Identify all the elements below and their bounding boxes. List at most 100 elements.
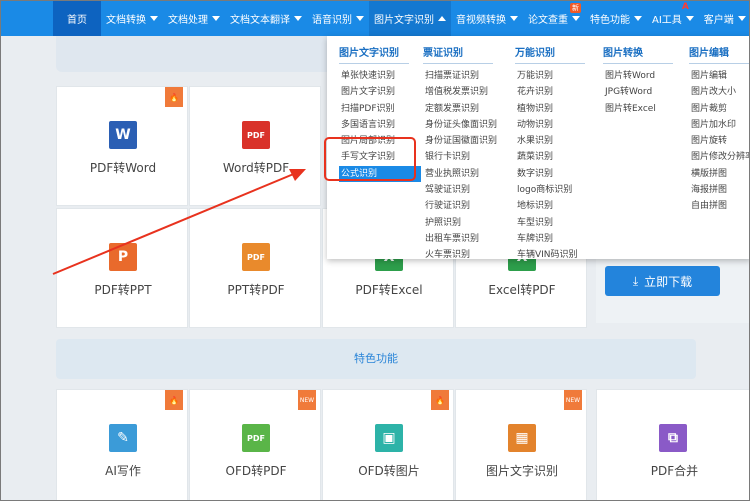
- dropdown-item[interactable]: 动物识别: [515, 117, 585, 133]
- tool-icon: PDF: [242, 121, 270, 149]
- dropdown-item[interactable]: 图片加水印: [689, 117, 749, 133]
- dropdown-item[interactable]: 车辆VIN码识别: [515, 247, 585, 263]
- nav-item-9[interactable]: AI工具 A: [647, 1, 699, 36]
- hot-corner-icon: 🔥: [431, 390, 449, 410]
- hot-corner-icon: 🔥: [165, 87, 183, 107]
- tool-icon: ▣: [375, 424, 403, 452]
- dropdown-item[interactable]: 车牌识别: [515, 231, 585, 247]
- dropdown-item[interactable]: 身份证国徽面识别: [423, 133, 497, 149]
- nav-item-8[interactable]: 特色功能: [585, 1, 647, 36]
- dropdown-item[interactable]: 单张快速识别: [339, 68, 421, 84]
- dropdown-item[interactable]: 数字识别: [515, 166, 585, 182]
- nav-item-label: 文档文本翻译: [230, 15, 290, 26]
- nav-item-label: 论文查重: [528, 15, 568, 26]
- nav-item-10[interactable]: 客户端: [699, 1, 749, 36]
- tool-card[interactable]: PDF OFD转PDF NEW: [189, 389, 321, 500]
- tool-label: AI写作: [105, 464, 141, 478]
- nav-item-2[interactable]: 文档处理: [163, 1, 225, 36]
- dropdown-item[interactable]: 图片改大小: [689, 84, 749, 100]
- dropdown-item[interactable]: 图片旋转: [689, 133, 749, 149]
- dropdown-item[interactable]: 万能识别: [515, 68, 585, 84]
- nav-item-1[interactable]: 文档转换: [101, 1, 163, 36]
- dropdown-item[interactable]: 植物识别: [515, 101, 585, 117]
- nav-item-7[interactable]: 论文查重新: [523, 1, 585, 36]
- dropdown-item[interactable]: 银行卡识别: [423, 149, 497, 165]
- nav-item-label: AI工具: [652, 15, 682, 26]
- nav-item-label: 特色功能: [590, 15, 630, 26]
- dropdown-column-title: 图片文字识别: [339, 44, 409, 64]
- nav-item-4[interactable]: 语音识别: [307, 1, 369, 36]
- dropdown-item[interactable]: JPG转Word: [603, 84, 673, 100]
- tool-label: PDF合并: [650, 464, 699, 478]
- nav-item-6[interactable]: 音视频转换: [451, 1, 523, 36]
- dropdown-item[interactable]: 图片修改分辨率: [689, 149, 749, 165]
- tool-icon: ▦: [508, 424, 536, 452]
- tool-icon: ⧉: [659, 424, 687, 452]
- dropdown-column-title: 图片转换: [603, 44, 673, 64]
- ai-badge-icon: A: [681, 2, 689, 12]
- dropdown-item[interactable]: 图片裁剪: [689, 101, 749, 117]
- dropdown-item[interactable]: 出租车票识别: [423, 231, 497, 247]
- tool-label: OFD转PDF: [225, 464, 287, 478]
- dropdown-column-title: 票证识别: [423, 44, 493, 64]
- caret-down-icon: [294, 16, 302, 21]
- dropdown-column: 图片编辑 图片编辑 图片改大小 图片裁剪 图片加水印 图片旋转 图片修改分辨率 横版拼图 海报拼…: [689, 44, 749, 215]
- nav-item-label: 首页: [67, 15, 87, 26]
- tool-card[interactable]: P PDF转PPT: [56, 208, 188, 328]
- nav-item-label: 文档处理: [168, 15, 208, 26]
- dropdown-item[interactable]: 横版拼图: [689, 166, 749, 182]
- dropdown-item[interactable]: 图片转Word: [603, 68, 673, 84]
- dropdown-item[interactable]: 地标识别: [515, 198, 585, 214]
- tool-label: PDF转Word: [89, 161, 157, 175]
- caret-down-icon: [212, 16, 220, 21]
- dropdown-item[interactable]: 图片文字识别: [339, 84, 421, 100]
- dropdown-item[interactable]: 水果识别: [515, 133, 585, 149]
- caret-down-icon: [737, 16, 746, 21]
- dropdown-item[interactable]: 扫描PDF识别: [339, 101, 421, 117]
- caret-down-icon: [685, 16, 694, 21]
- caret-down-icon: [634, 16, 642, 21]
- dropdown-item[interactable]: 多国语言识别: [339, 117, 421, 133]
- nav-item-3[interactable]: 文档文本翻译: [225, 1, 307, 36]
- download-button[interactable]: ⤓ 立即下载: [605, 266, 720, 296]
- dropdown-item[interactable]: 驾驶证识别: [423, 182, 497, 198]
- dropdown-column: 万能识别 万能识别 花卉识别 植物识别 动物识别 水果识别 蔬菜识别 数字识别 logo商标识别…: [515, 44, 585, 264]
- nav-item-5[interactable]: 图片文字识别: [369, 1, 451, 36]
- dropdown-item[interactable]: 身份证头像面识别: [423, 117, 497, 133]
- dropdown-item[interactable]: 图片转Excel: [603, 101, 673, 117]
- dropdown-item[interactable]: logo商标识别: [515, 182, 585, 198]
- tool-icon: PDF: [242, 243, 270, 271]
- tool-card[interactable]: W PDF转Word 🔥: [56, 86, 188, 206]
- dropdown-item[interactable]: 自由拼图: [689, 198, 749, 214]
- dropdown-item[interactable]: 定额发票识别: [423, 101, 497, 117]
- tool-label: OFD转图片: [358, 464, 420, 478]
- dropdown-item[interactable]: 花卉识别: [515, 84, 585, 100]
- tool-card[interactable]: PDF Word转PDF: [189, 86, 321, 206]
- top-nav: 首页 文档转换 文档处理 文档文本翻译 语音识别 图片文字识别 音视频转换 论文查重新特色功能…: [1, 1, 749, 36]
- tool-icon: W: [109, 121, 137, 149]
- dropdown-item[interactable]: 营业执照识别: [423, 166, 497, 182]
- dropdown-item[interactable]: 海报拼图: [689, 182, 749, 198]
- dropdown-item[interactable]: 护照识别: [423, 215, 497, 231]
- dropdown-item[interactable]: 行驶证识别: [423, 198, 497, 214]
- nav-item-label: 语音识别: [312, 15, 352, 26]
- highlight-annotation: [324, 137, 416, 181]
- new-corner-badge: NEW: [564, 390, 582, 410]
- tool-card[interactable]: ⧉ PDF合并: [596, 389, 749, 500]
- tool-card[interactable]: ▣ OFD转图片 🔥: [322, 389, 454, 500]
- dropdown-item[interactable]: 扫描票证识别: [423, 68, 497, 84]
- dropdown-column: 图片转换图片转Word JPG转Word 图片转Excel: [603, 44, 673, 117]
- download-label: 立即下载: [644, 274, 693, 289]
- tool-card[interactable]: PDF PPT转PDF: [189, 208, 321, 328]
- nav-item-0[interactable]: 首页: [53, 1, 101, 36]
- tool-label: PPT转PDF: [227, 283, 285, 297]
- dropdown-item[interactable]: 图片编辑: [689, 68, 749, 84]
- tool-card[interactable]: ✎ AI写作 🔥: [56, 389, 188, 500]
- download-icon: ⤓: [632, 273, 639, 288]
- dropdown-item[interactable]: 火车票识别: [423, 247, 497, 263]
- dropdown-item[interactable]: 车型识别: [515, 215, 585, 231]
- caret-up-icon: [438, 16, 446, 21]
- dropdown-item[interactable]: 增值税发票识别: [423, 84, 497, 100]
- tool-card[interactable]: ▦ 图片文字识别 NEW: [455, 389, 587, 500]
- dropdown-item[interactable]: 蔬菜识别: [515, 149, 585, 165]
